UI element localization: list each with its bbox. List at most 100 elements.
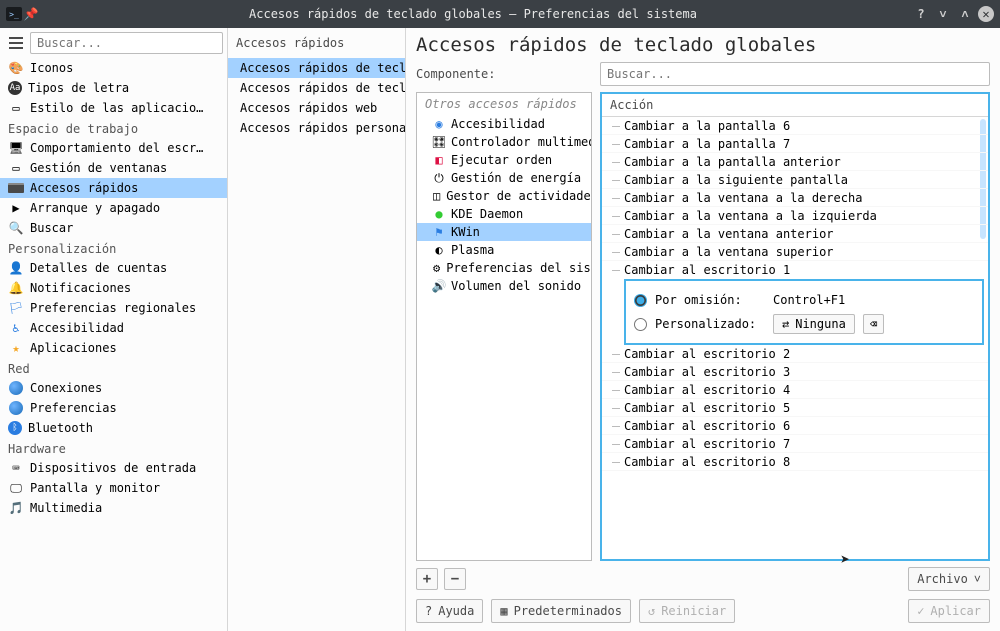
nav-item[interactable]: AaTipos de letra [0,78,227,98]
shortcuts-icon [8,180,24,196]
shortcuts-item[interactable]: Accesos rápidos web [228,98,405,118]
close-icon[interactable]: ✕ [978,6,994,22]
action-item[interactable]: Cambiar al escritorio 6 [602,417,988,435]
nav-item[interactable]: ▭Estilo de las aplicacio… [0,98,227,118]
action-item[interactable]: Cambiar al escritorio 2 [602,345,988,363]
swap-icon: ⇄ [782,317,789,331]
add-button[interactable]: + [416,568,438,590]
nav-item[interactable]: Preferencias [0,398,227,418]
nav-item[interactable]: 🎨Iconos [0,58,227,78]
component-search-input[interactable] [600,62,990,86]
a11y-icon: ◉ [433,118,445,130]
input-devices-icon: ⌨ [8,460,24,476]
actions-list[interactable]: Cambiar a la pantalla 6 Cambiar a la pan… [602,117,988,559]
nav-item[interactable]: ★Aplicaciones [0,338,227,358]
clear-shortcut-button[interactable]: ⌫ [863,314,884,334]
appstyle-icon: ▭ [8,100,24,116]
daemon-icon: ● [433,208,445,220]
nav-item[interactable]: 🎵Multimedia [0,498,227,518]
components-panel: Otros accesos rápidos ◉Accesibilidad 🎛Co… [416,92,592,561]
shortcut-editor: Por omisión: Control+F1 Personalizado: ⇄… [624,279,984,345]
components-list[interactable]: ◉Accesibilidad 🎛Controlador multimedia ◧… [417,115,591,560]
component-item[interactable]: ◧Ejecutar orden [417,151,591,169]
key-capture-button[interactable]: ⇄Ninguna [773,314,855,334]
window-title: Accesos rápidos de teclado globales — Pr… [38,7,908,21]
titlebar[interactable]: >_ 📌 Accesos rápidos de teclado globales… [0,0,1000,28]
default-radio[interactable] [634,294,647,307]
nav-list[interactable]: 🎨Iconos AaTipos de letra ▭Estilo de las … [0,58,227,631]
shortcuts-item[interactable]: Accesos rápidos de teclad… [228,78,405,98]
component-item[interactable]: 🎛Controlador multimedia [417,133,591,151]
shortcuts-item[interactable]: Accesos rápidos personali… [228,118,405,138]
apply-button[interactable]: ✓Aplicar [908,599,990,623]
nav-item[interactable]: ⌨Dispositivos de entrada [0,458,227,478]
file-button[interactable]: Archivo˅ [908,567,990,591]
nav-search-input[interactable] [30,32,223,54]
action-item[interactable]: Cambiar al escritorio 8 [602,453,988,471]
custom-label: Personalizado: [655,317,765,331]
plasma-icon: ◐ [433,244,445,256]
components-header: Otros accesos rápidos [417,93,591,115]
regional-icon: 🏳 [8,300,24,316]
component-item[interactable]: ◫Gestor de actividades [417,187,591,205]
custom-radio[interactable] [634,318,647,331]
pin-icon[interactable]: 📌 [24,7,38,21]
action-item[interactable]: Cambiar a la ventana superior [602,243,988,261]
nav-item[interactable]: ▭Gestión de ventanas [0,158,227,178]
component-item[interactable]: ●KDE Daemon [417,205,591,223]
action-item[interactable]: Cambiar a la siguiente pantalla [602,171,988,189]
nav-item[interactable]: 👤Detalles de cuentas [0,258,227,278]
component-item[interactable]: ⏻Gestión de energía [417,169,591,187]
action-item[interactable]: Cambiar a la pantalla 6 [602,117,988,135]
nav-item[interactable]: ᛒBluetooth [0,418,227,438]
default-label: Por omisión: [655,293,765,307]
shortcuts-item[interactable]: Accesos rápidos de teclad… [228,58,405,78]
remove-button[interactable]: − [444,568,466,590]
action-item[interactable]: Cambiar al escritorio 7 [602,435,988,453]
component-item[interactable]: ◐Plasma [417,241,591,259]
component-item[interactable]: ⚙Preferencias del sistema [417,259,591,277]
restart-button[interactable]: ↺Reiniciar [639,599,735,623]
defaults-icon: ▦ [500,604,507,618]
desktop-behavior-icon: 🖥 [8,140,24,156]
nav-category: Personalización [0,238,227,258]
action-item[interactable]: Cambiar al escritorio 3 [602,363,988,381]
fonts-icon: Aa [8,81,22,95]
bluetooth-icon: ᛒ [8,421,22,435]
nav-item[interactable]: 🏳Preferencias regionales [0,298,227,318]
nav-item[interactable]: 🔔Notificaciones [0,278,227,298]
volume-icon: 🔊 [433,280,445,292]
icons-icon: 🎨 [8,60,24,76]
window-body: 🎨Iconos AaTipos de letra ▭Estilo de las … [0,28,1000,631]
nav-item[interactable]: 🖥Comportamiento del escr… [0,138,227,158]
action-item[interactable]: Cambiar a la ventana anterior [602,225,988,243]
nav-item[interactable]: Conexiones [0,378,227,398]
maximize-icon[interactable]: ˄ [956,5,974,23]
action-item[interactable]: Cambiar a la ventana a la derecha [602,189,988,207]
defaults-button[interactable]: ▦Predeterminados [491,599,631,623]
help-icon[interactable]: ? [912,5,930,23]
nav-item[interactable]: ♿Accesibilidad [0,318,227,338]
action-item[interactable]: Cambiar a la pantalla anterior [602,153,988,171]
action-item[interactable]: Cambiar al escritorio 5 [602,399,988,417]
component-item[interactable]: ◉Accesibilidad [417,115,591,133]
run-icon: ◧ [433,154,445,166]
nav-item[interactable]: 🖵Pantalla y monitor [0,478,227,498]
netprefs-icon [8,400,24,416]
nav-item-shortcuts[interactable]: Accesos rápidos [0,178,227,198]
action-item[interactable]: Cambiar al escritorio 4 [602,381,988,399]
shortcuts-list[interactable]: Accesos rápidos de teclad… Accesos rápid… [228,58,405,631]
component-item-kwin[interactable]: ⚑KWin [417,223,591,241]
actions-header: Acción [602,94,988,117]
help-button[interactable]: ?Ayuda [416,599,483,623]
action-item[interactable]: Cambiar a la ventana a la izquierda [602,207,988,225]
nav-item[interactable]: 🔍Buscar [0,218,227,238]
menu-icon[interactable] [6,33,26,53]
action-item[interactable]: Cambiar a la pantalla 7 [602,135,988,153]
minimize-icon[interactable]: ˅ [934,5,952,23]
action-item-selected[interactable]: Cambiar al escritorio 1 [602,261,988,279]
component-item[interactable]: 🔊Volumen del sonido [417,277,591,295]
default-value: Control+F1 [773,293,845,307]
actions-panel: Acción Cambiar a la pantalla 6 Cambiar a… [600,92,990,561]
nav-item[interactable]: ▶Arranque y apagado [0,198,227,218]
